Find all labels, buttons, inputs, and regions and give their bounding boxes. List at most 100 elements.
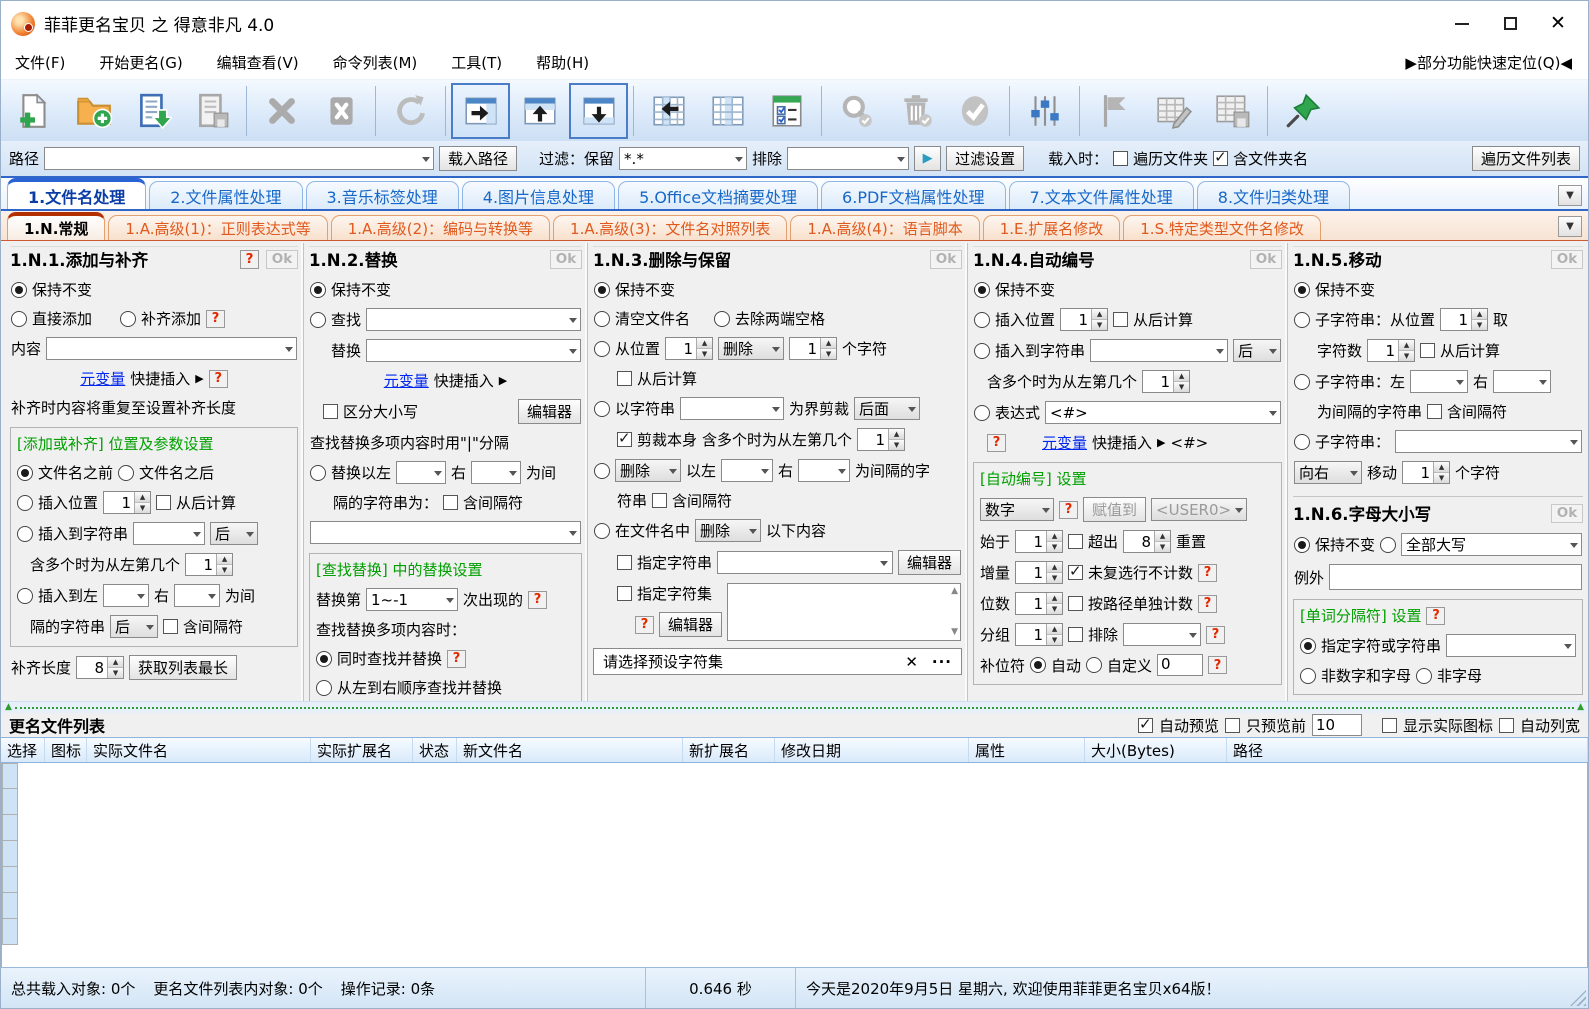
- delete-all-button[interactable]: [311, 83, 370, 139]
- p3-del-select3[interactable]: 删除: [695, 519, 762, 542]
- chevron-down-icon[interactable]: [768, 338, 783, 359]
- chevron-down-icon[interactable]: [731, 148, 746, 169]
- chevron-down-icon[interactable]: [418, 148, 433, 169]
- preview-count-input[interactable]: [1311, 714, 1362, 736]
- flag-button[interactable]: [1085, 83, 1144, 139]
- splitter-handle[interactable]: [14, 706, 1575, 709]
- p5-from-end-checkbox[interactable]: [1420, 343, 1436, 358]
- p1-insert-str-combobox[interactable]: [133, 522, 206, 545]
- spin-up-icon[interactable]: ▲: [697, 338, 713, 349]
- p3-spec-string-combobox[interactable]: [717, 551, 893, 574]
- spin-up-icon[interactable]: ▲: [1155, 531, 1171, 542]
- chevron-down-icon[interactable]: [204, 585, 219, 606]
- spin-up-icon[interactable]: ▲: [1174, 371, 1190, 382]
- p5-right-combobox[interactable]: [1493, 370, 1552, 393]
- spin-down-icon[interactable]: ▼: [1047, 635, 1063, 645]
- p3-clear-radio[interactable]: [594, 310, 610, 327]
- subtab-extension[interactable]: 1.E.扩展名修改: [982, 215, 1121, 240]
- ok-button[interactable]: Ok: [930, 249, 962, 269]
- traverse-file-list-button[interactable]: 遍历文件列表: [1471, 146, 1580, 171]
- spin-up-icon[interactable]: ▲: [1047, 624, 1063, 635]
- resize-grip[interactable]: [1570, 990, 1586, 1006]
- spin-up-icon[interactable]: ▲: [1434, 462, 1450, 473]
- p4-exclude-checkbox[interactable]: [1068, 627, 1084, 642]
- p2-nth-combobox[interactable]: 1~-1: [366, 588, 459, 611]
- chevron-down-icon[interactable]: [565, 522, 580, 543]
- subtab-encoding[interactable]: 1.A.高级(2)：编码与转换等: [330, 215, 551, 240]
- p3-from-end-checkbox[interactable]: [617, 371, 632, 386]
- spin-down-icon[interactable]: ▼: [1047, 604, 1063, 614]
- p4-expression-combobox[interactable]: <#>: [1045, 401, 1281, 424]
- p1-before-name-radio[interactable]: [17, 464, 33, 481]
- new-file-button[interactable]: [5, 83, 64, 139]
- refresh-button[interactable]: [381, 83, 440, 139]
- spin-up-icon[interactable]: ▲: [217, 554, 233, 565]
- p2-replace-combobox[interactable]: [366, 339, 581, 362]
- p4-per-path-checkbox[interactable]: [1068, 596, 1084, 611]
- menu-item-tools[interactable]: 工具(T): [451, 52, 502, 73]
- p4-multi-spinner[interactable]: 1 ▲ ▼: [1142, 370, 1191, 393]
- horizontal-splitter[interactable]: ▲ ▲: [1, 701, 1588, 713]
- chevron-down-icon[interactable]: [768, 398, 783, 419]
- splitter-collapse-icon[interactable]: ▲: [5, 703, 12, 712]
- p1-insert-pos-radio[interactable]: [17, 494, 33, 511]
- minimize-button[interactable]: [1438, 7, 1486, 41]
- p5-substr-radio[interactable]: [1294, 433, 1310, 450]
- spin-down-icon[interactable]: ▼: [1174, 382, 1190, 392]
- p5-left-combobox[interactable]: [1410, 370, 1469, 393]
- spin-down-icon[interactable]: ▼: [217, 565, 233, 575]
- save-list-button[interactable]: [182, 83, 241, 139]
- spin-up-icon[interactable]: ▲: [821, 338, 837, 349]
- tab-office-doc[interactable]: 5.Office文档摘要处理: [618, 181, 819, 209]
- p5-keep-radio[interactable]: [1294, 281, 1310, 298]
- clean-button[interactable]: [886, 83, 945, 139]
- p4-before-after-select[interactable]: 后: [1233, 339, 1281, 362]
- p4-expression-radio[interactable]: [974, 404, 990, 421]
- p3-incl-sep-checkbox[interactable]: [652, 493, 668, 508]
- p1-sep-pos-select[interactable]: 后: [110, 615, 159, 638]
- help-button[interactable]: ?: [206, 309, 226, 328]
- arrow-right-icon[interactable]: ▶: [195, 372, 203, 385]
- p5-substr-between-radio[interactable]: [1294, 373, 1310, 390]
- spin-down-icon[interactable]: ▼: [1047, 573, 1063, 583]
- column-header-select[interactable]: 选择: [1, 738, 45, 762]
- edit-table-button[interactable]: [1144, 83, 1203, 139]
- p3-del-select2[interactable]: 删除: [615, 459, 681, 482]
- chevron-down-icon[interactable]: [281, 338, 296, 359]
- chevron-down-icon[interactable]: [142, 616, 157, 637]
- spin-down-icon[interactable]: ▼: [1047, 542, 1063, 552]
- column-header-path[interactable]: 路径: [1227, 738, 1588, 762]
- tab-music-tag[interactable]: 3.音乐标签处理: [305, 181, 459, 209]
- p6-exception-input[interactable]: [1329, 564, 1582, 590]
- help-button[interactable]: ?: [447, 649, 467, 668]
- scroll-up-icon[interactable]: ▲: [951, 587, 958, 596]
- get-longest-button[interactable]: 获取列表最长: [129, 655, 238, 680]
- spin-up-icon[interactable]: ▲: [1047, 531, 1063, 542]
- p3-between-radio[interactable]: [594, 462, 610, 479]
- pin-button[interactable]: [1273, 83, 1332, 139]
- p3-spec-string-checkbox[interactable]: [617, 555, 632, 570]
- column-header-new-name[interactable]: 新文件名: [457, 738, 683, 762]
- panel-up-toggle[interactable]: [510, 83, 569, 139]
- chevron-down-icon[interactable]: [1560, 635, 1575, 656]
- p2-editor-button[interactable]: 编辑器: [517, 399, 581, 424]
- p3-editor-button[interactable]: 编辑器: [897, 550, 961, 575]
- spin-up-icon[interactable]: ▲: [889, 429, 905, 440]
- sub-tabs-dropdown-button[interactable]: ▼: [1558, 216, 1582, 237]
- spin-up-icon[interactable]: ▲: [135, 492, 151, 503]
- column-layout-button[interactable]: [698, 83, 757, 139]
- p1-insert-between-radio[interactable]: [17, 587, 33, 604]
- open-folder-button[interactable]: [64, 83, 123, 139]
- p3-from-pos-radio[interactable]: [594, 340, 610, 357]
- spin-up-icon[interactable]: ▲: [108, 657, 124, 668]
- chevron-down-icon[interactable]: [665, 460, 680, 481]
- chevron-down-icon[interactable]: [1535, 371, 1550, 392]
- chevron-down-icon[interactable]: [1212, 340, 1227, 361]
- preview-first-checkbox[interactable]: [1224, 717, 1240, 733]
- p1-direct-add-radio[interactable]: [11, 310, 27, 327]
- p3-del-select[interactable]: 删除: [718, 337, 785, 360]
- p2-simultaneous-radio[interactable]: [316, 650, 332, 667]
- chevron-down-icon[interactable]: [1185, 624, 1200, 645]
- p1-after-name-radio[interactable]: [118, 464, 135, 481]
- p2-metavar-link[interactable]: 元变量: [384, 370, 429, 391]
